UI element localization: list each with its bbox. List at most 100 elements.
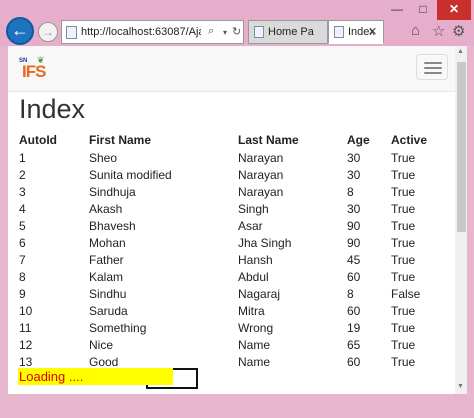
cell-active: False xyxy=(391,286,421,301)
table-row: 1 Sheo Narayan 30 True xyxy=(19,149,451,166)
cell-first-name: Sunita modified xyxy=(89,167,172,182)
cell-age: 19 xyxy=(347,320,361,335)
arrow-right-icon: → xyxy=(42,25,54,39)
page-icon xyxy=(254,26,264,38)
cell-active: True xyxy=(391,184,416,199)
cell-age: 8 xyxy=(347,286,354,301)
maximize-button[interactable]: □ xyxy=(410,0,436,20)
cell-autoid: 9 xyxy=(19,286,26,301)
cell-age: 30 xyxy=(347,201,361,216)
hamburger-icon-bar xyxy=(424,67,442,69)
cell-last-name: Asar xyxy=(238,218,263,233)
refresh-icon[interactable]: ↻ xyxy=(232,25,241,38)
scroll-thumb[interactable] xyxy=(457,62,466,232)
logo-ifs: IFS xyxy=(22,62,46,81)
page-icon xyxy=(66,26,77,39)
vertical-scrollbar[interactable]: ▲ ▼ xyxy=(455,46,467,394)
minimize-button[interactable]: — xyxy=(384,0,410,20)
tab-close-icon[interactable]: ✕ xyxy=(368,25,377,38)
tab-home[interactable]: Home Pa xyxy=(248,20,328,44)
cell-autoid: 3 xyxy=(19,184,26,199)
window-bottom-frame xyxy=(0,394,474,418)
cell-last-name: Wrong xyxy=(238,320,274,335)
table-row: 8 Kalam Abdul 60 True xyxy=(19,268,451,285)
cell-age: 90 xyxy=(347,218,361,233)
address-bar[interactable]: http://localhost:63087/AjaxStu ⌕ ▾ ↻ xyxy=(61,20,244,44)
cell-autoid: 8 xyxy=(19,269,26,284)
cell-age: 30 xyxy=(347,150,361,165)
table-row: 7 Father Hansh 45 True xyxy=(19,251,451,268)
cell-last-name: Narayan xyxy=(238,150,284,165)
page-icon xyxy=(334,26,344,38)
table-header-row: AutoId First Name Last Name Age Active xyxy=(19,130,451,149)
forward-button[interactable]: → xyxy=(38,22,58,42)
column-header-autoid: AutoId xyxy=(19,132,57,147)
cell-last-name: Mitra xyxy=(238,303,265,318)
cell-last-name: Narayan xyxy=(238,167,284,182)
cell-active: True xyxy=(391,320,416,335)
close-button[interactable]: ✕ xyxy=(437,0,471,20)
cell-autoid: 2 xyxy=(19,167,26,182)
cell-active: True xyxy=(391,201,416,216)
cell-last-name: Nagaraj xyxy=(238,286,281,301)
cell-last-name: Name xyxy=(238,354,271,369)
cell-active: True xyxy=(391,354,416,369)
cell-last-name: Hansh xyxy=(238,252,273,267)
cell-active: True xyxy=(391,269,416,284)
cell-age: 30 xyxy=(347,167,361,182)
cell-last-name: Jha Singh xyxy=(238,235,292,250)
loading-indicator: Loading .... xyxy=(18,368,173,385)
cell-first-name: Sindhuja xyxy=(89,184,136,199)
cell-active: True xyxy=(391,252,416,267)
chevron-down-icon[interactable]: ▾ xyxy=(223,28,227,37)
cell-autoid: 12 xyxy=(19,337,33,352)
cell-active: True xyxy=(391,235,416,250)
table-row: 3 Sindhuja Narayan 8 True xyxy=(19,183,451,200)
cell-age: 90 xyxy=(347,235,361,250)
url-text[interactable]: http://localhost:63087/AjaxStu xyxy=(81,26,201,38)
students-table: AutoId First Name Last Name Age Active 1… xyxy=(19,130,451,370)
table-row: 4 Akash Singh 30 True xyxy=(19,200,451,217)
cell-autoid: 4 xyxy=(19,201,26,216)
cell-age: 60 xyxy=(347,354,361,369)
cell-active: True xyxy=(391,337,416,352)
tab-label: Home Pa xyxy=(268,26,314,38)
cell-autoid: 11 xyxy=(19,320,32,335)
cell-active: True xyxy=(391,167,416,182)
page-title: Index xyxy=(19,94,86,124)
cell-first-name: Saruda xyxy=(89,303,128,318)
cell-autoid: 1 xyxy=(19,150,26,165)
table-row: 10 Saruda Mitra 60 True xyxy=(19,302,451,319)
gear-icon[interactable]: ⚙ xyxy=(452,22,465,40)
cell-active: True xyxy=(391,218,416,233)
cell-last-name: Narayan xyxy=(238,184,284,199)
scroll-up-icon[interactable]: ▲ xyxy=(457,48,464,55)
column-header-last-name: Last Name xyxy=(238,132,299,147)
cell-first-name: Bhavesh xyxy=(89,218,136,233)
star-icon[interactable]: ☆ xyxy=(432,22,445,40)
column-header-active: Active xyxy=(391,132,428,147)
menu-toggle-button[interactable] xyxy=(416,54,448,80)
cell-last-name: Name xyxy=(238,337,271,352)
table-row: 12 Nice Name 65 True xyxy=(19,336,451,353)
logo[interactable]: ❦ SN IFS xyxy=(19,55,49,81)
cell-first-name: Akash xyxy=(89,201,123,216)
cell-first-name: Nice xyxy=(89,337,114,352)
cell-first-name: Mohan xyxy=(89,235,126,250)
cell-active: True xyxy=(391,150,416,165)
cell-autoid: 7 xyxy=(19,252,26,267)
cell-last-name: Singh xyxy=(238,201,269,216)
cell-autoid: 5 xyxy=(19,218,26,233)
cell-first-name: Sindhu xyxy=(89,286,127,301)
table-row: 5 Bhavesh Asar 90 True xyxy=(19,217,451,234)
cell-age: 45 xyxy=(347,252,361,267)
cell-age: 8 xyxy=(347,184,354,199)
browser-titlebar: — □ ✕ ← → http://localhost:63087/AjaxStu… xyxy=(0,0,474,46)
scroll-down-icon[interactable]: ▼ xyxy=(457,383,464,390)
cell-age: 60 xyxy=(347,303,361,318)
table-row: 2 Sunita modified Narayan 30 True xyxy=(19,166,451,183)
search-icon[interactable]: ⌕ xyxy=(208,25,214,38)
home-icon[interactable]: ⌂ xyxy=(411,22,420,39)
back-button[interactable]: ← xyxy=(6,17,34,45)
cell-last-name: Abdul xyxy=(238,269,269,284)
